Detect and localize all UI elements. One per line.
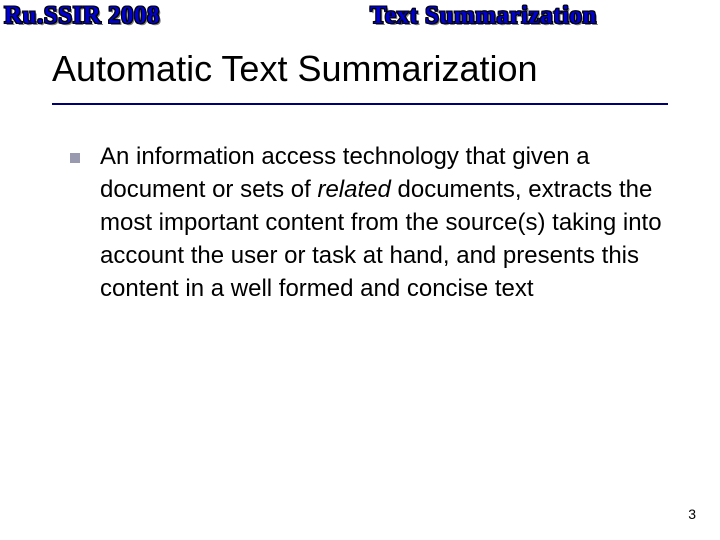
slide-body: An information access technology that gi… <box>70 140 670 306</box>
bullet-text: An information access technology that gi… <box>100 140 670 306</box>
page-number: 3 <box>688 506 696 522</box>
bullet-item: An information access technology that gi… <box>70 140 670 306</box>
header-right: Text Summarization <box>370 2 597 30</box>
slide-title: Automatic Text Summarization <box>52 48 538 90</box>
title-underline <box>52 103 668 105</box>
bullet-text-italic: related <box>317 176 390 203</box>
header-left: Ru.SSIR 2008 <box>4 2 160 30</box>
bullet-square-icon <box>70 153 80 163</box>
